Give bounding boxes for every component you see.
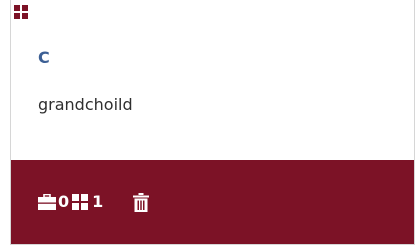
trash-icon[interactable] [133,192,150,212]
card-title[interactable]: C [38,48,50,68]
card-description: grandchoild [38,95,133,114]
card-stats: 0 1 [38,191,150,213]
grid-count: 1 [92,192,104,211]
card-footer: 0 1 [11,160,414,244]
briefcase-count: 0 [58,192,70,211]
item-card[interactable]: C grandchoild 0 1 [10,0,415,245]
grid-icon [72,194,89,210]
grid-icon [14,5,28,19]
briefcase-icon [38,194,56,210]
